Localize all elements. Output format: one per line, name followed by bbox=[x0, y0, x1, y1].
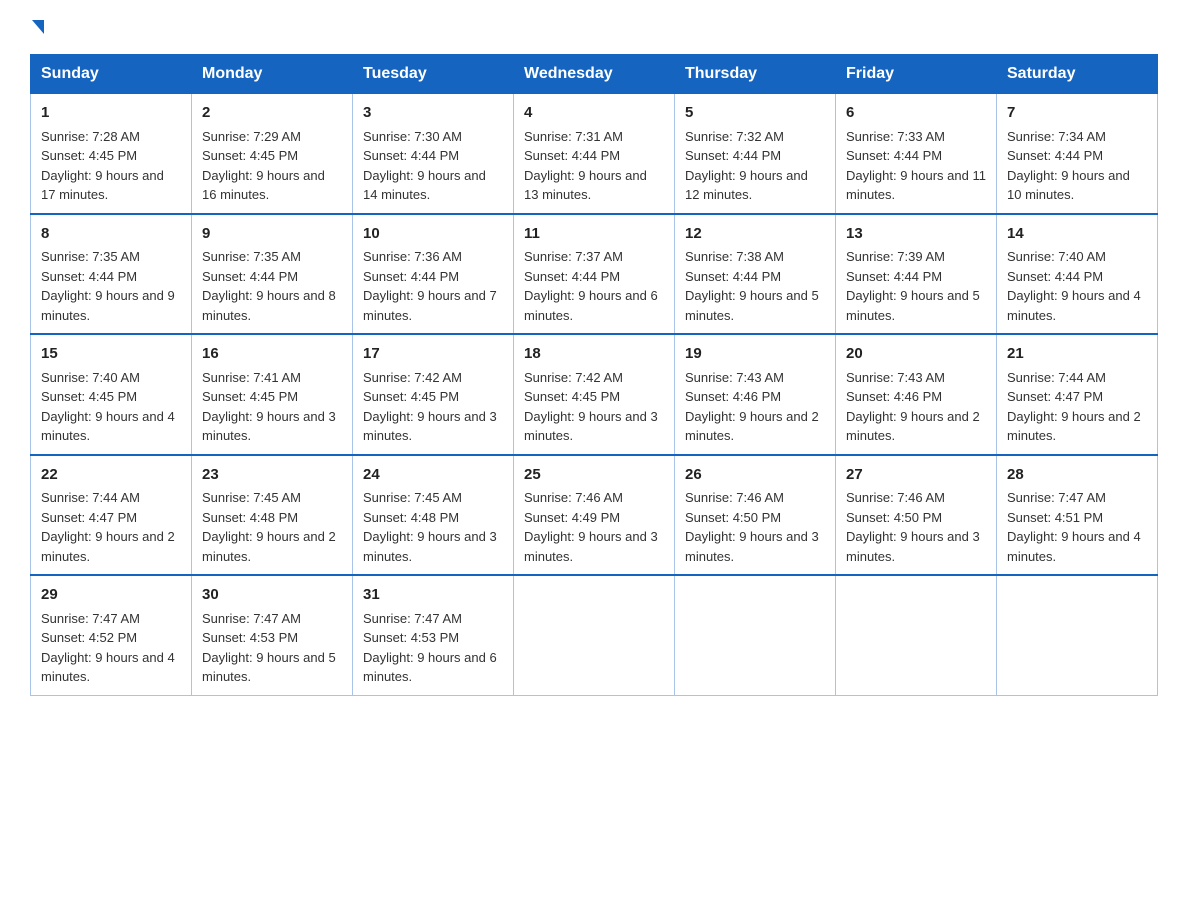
calendar-week-3: 15Sunrise: 7:40 AMSunset: 4:45 PMDayligh… bbox=[31, 334, 1158, 455]
calendar-week-2: 8Sunrise: 7:35 AMSunset: 4:44 PMDaylight… bbox=[31, 214, 1158, 335]
calendar-cell bbox=[836, 575, 997, 695]
calendar-week-4: 22Sunrise: 7:44 AMSunset: 4:47 PMDayligh… bbox=[31, 455, 1158, 576]
calendar-cell: 22Sunrise: 7:44 AMSunset: 4:47 PMDayligh… bbox=[31, 455, 192, 576]
day-number: 30 bbox=[202, 584, 342, 607]
day-number: 23 bbox=[202, 464, 342, 487]
calendar-cell: 24Sunrise: 7:45 AMSunset: 4:48 PMDayligh… bbox=[353, 455, 514, 576]
day-number: 6 bbox=[846, 102, 986, 125]
day-number: 1 bbox=[41, 102, 181, 125]
day-number: 17 bbox=[363, 343, 503, 366]
day-number: 13 bbox=[846, 223, 986, 246]
calendar-cell bbox=[514, 575, 675, 695]
day-number: 28 bbox=[1007, 464, 1147, 487]
day-number: 15 bbox=[41, 343, 181, 366]
calendar-cell: 7Sunrise: 7:34 AMSunset: 4:44 PMDaylight… bbox=[997, 94, 1158, 214]
calendar-cell: 26Sunrise: 7:46 AMSunset: 4:50 PMDayligh… bbox=[675, 455, 836, 576]
calendar-cell: 27Sunrise: 7:46 AMSunset: 4:50 PMDayligh… bbox=[836, 455, 997, 576]
calendar-cell bbox=[997, 575, 1158, 695]
calendar-cell: 10Sunrise: 7:36 AMSunset: 4:44 PMDayligh… bbox=[353, 214, 514, 335]
calendar-cell: 5Sunrise: 7:32 AMSunset: 4:44 PMDaylight… bbox=[675, 94, 836, 214]
calendar-cell: 18Sunrise: 7:42 AMSunset: 4:45 PMDayligh… bbox=[514, 334, 675, 455]
day-number: 26 bbox=[685, 464, 825, 487]
calendar-week-5: 29Sunrise: 7:47 AMSunset: 4:52 PMDayligh… bbox=[31, 575, 1158, 695]
day-number: 31 bbox=[363, 584, 503, 607]
calendar-cell: 9Sunrise: 7:35 AMSunset: 4:44 PMDaylight… bbox=[192, 214, 353, 335]
day-number: 8 bbox=[41, 223, 181, 246]
page-header bbox=[30, 20, 1158, 34]
calendar-cell: 19Sunrise: 7:43 AMSunset: 4:46 PMDayligh… bbox=[675, 334, 836, 455]
logo bbox=[30, 20, 44, 34]
col-tuesday: Tuesday bbox=[353, 55, 514, 94]
day-number: 14 bbox=[1007, 223, 1147, 246]
calendar-cell: 13Sunrise: 7:39 AMSunset: 4:44 PMDayligh… bbox=[836, 214, 997, 335]
day-number: 2 bbox=[202, 102, 342, 125]
calendar-cell: 1Sunrise: 7:28 AMSunset: 4:45 PMDaylight… bbox=[31, 94, 192, 214]
calendar-cell: 15Sunrise: 7:40 AMSunset: 4:45 PMDayligh… bbox=[31, 334, 192, 455]
day-number: 9 bbox=[202, 223, 342, 246]
calendar-cell: 29Sunrise: 7:47 AMSunset: 4:52 PMDayligh… bbox=[31, 575, 192, 695]
calendar-cell: 4Sunrise: 7:31 AMSunset: 4:44 PMDaylight… bbox=[514, 94, 675, 214]
calendar-cell: 3Sunrise: 7:30 AMSunset: 4:44 PMDaylight… bbox=[353, 94, 514, 214]
day-number: 22 bbox=[41, 464, 181, 487]
calendar-cell: 16Sunrise: 7:41 AMSunset: 4:45 PMDayligh… bbox=[192, 334, 353, 455]
calendar-cell: 21Sunrise: 7:44 AMSunset: 4:47 PMDayligh… bbox=[997, 334, 1158, 455]
day-number: 12 bbox=[685, 223, 825, 246]
calendar-cell: 2Sunrise: 7:29 AMSunset: 4:45 PMDaylight… bbox=[192, 94, 353, 214]
calendar-cell: 11Sunrise: 7:37 AMSunset: 4:44 PMDayligh… bbox=[514, 214, 675, 335]
logo-line1 bbox=[30, 20, 44, 34]
day-number: 24 bbox=[363, 464, 503, 487]
col-saturday: Saturday bbox=[997, 55, 1158, 94]
col-monday: Monday bbox=[192, 55, 353, 94]
col-sunday: Sunday bbox=[31, 55, 192, 94]
calendar-cell: 25Sunrise: 7:46 AMSunset: 4:49 PMDayligh… bbox=[514, 455, 675, 576]
day-number: 11 bbox=[524, 223, 664, 246]
logo-arrow-icon bbox=[32, 20, 44, 34]
calendar-cell bbox=[675, 575, 836, 695]
day-number: 16 bbox=[202, 343, 342, 366]
calendar-cell: 14Sunrise: 7:40 AMSunset: 4:44 PMDayligh… bbox=[997, 214, 1158, 335]
day-number: 10 bbox=[363, 223, 503, 246]
calendar-cell: 28Sunrise: 7:47 AMSunset: 4:51 PMDayligh… bbox=[997, 455, 1158, 576]
col-friday: Friday bbox=[836, 55, 997, 94]
calendar-table: Sunday Monday Tuesday Wednesday Thursday… bbox=[30, 54, 1158, 696]
calendar-cell: 12Sunrise: 7:38 AMSunset: 4:44 PMDayligh… bbox=[675, 214, 836, 335]
day-number: 29 bbox=[41, 584, 181, 607]
calendar-body: 1Sunrise: 7:28 AMSunset: 4:45 PMDaylight… bbox=[31, 94, 1158, 696]
calendar-cell: 30Sunrise: 7:47 AMSunset: 4:53 PMDayligh… bbox=[192, 575, 353, 695]
calendar-header: Sunday Monday Tuesday Wednesday Thursday… bbox=[31, 55, 1158, 94]
calendar-cell: 8Sunrise: 7:35 AMSunset: 4:44 PMDaylight… bbox=[31, 214, 192, 335]
day-number: 21 bbox=[1007, 343, 1147, 366]
day-number: 19 bbox=[685, 343, 825, 366]
header-row: Sunday Monday Tuesday Wednesday Thursday… bbox=[31, 55, 1158, 94]
day-number: 3 bbox=[363, 102, 503, 125]
day-number: 27 bbox=[846, 464, 986, 487]
day-number: 7 bbox=[1007, 102, 1147, 125]
calendar-cell: 31Sunrise: 7:47 AMSunset: 4:53 PMDayligh… bbox=[353, 575, 514, 695]
calendar-week-1: 1Sunrise: 7:28 AMSunset: 4:45 PMDaylight… bbox=[31, 94, 1158, 214]
col-wednesday: Wednesday bbox=[514, 55, 675, 94]
day-number: 20 bbox=[846, 343, 986, 366]
day-number: 18 bbox=[524, 343, 664, 366]
day-number: 5 bbox=[685, 102, 825, 125]
day-number: 4 bbox=[524, 102, 664, 125]
day-number: 25 bbox=[524, 464, 664, 487]
calendar-cell: 6Sunrise: 7:33 AMSunset: 4:44 PMDaylight… bbox=[836, 94, 997, 214]
calendar-cell: 20Sunrise: 7:43 AMSunset: 4:46 PMDayligh… bbox=[836, 334, 997, 455]
calendar-cell: 23Sunrise: 7:45 AMSunset: 4:48 PMDayligh… bbox=[192, 455, 353, 576]
col-thursday: Thursday bbox=[675, 55, 836, 94]
calendar-cell: 17Sunrise: 7:42 AMSunset: 4:45 PMDayligh… bbox=[353, 334, 514, 455]
